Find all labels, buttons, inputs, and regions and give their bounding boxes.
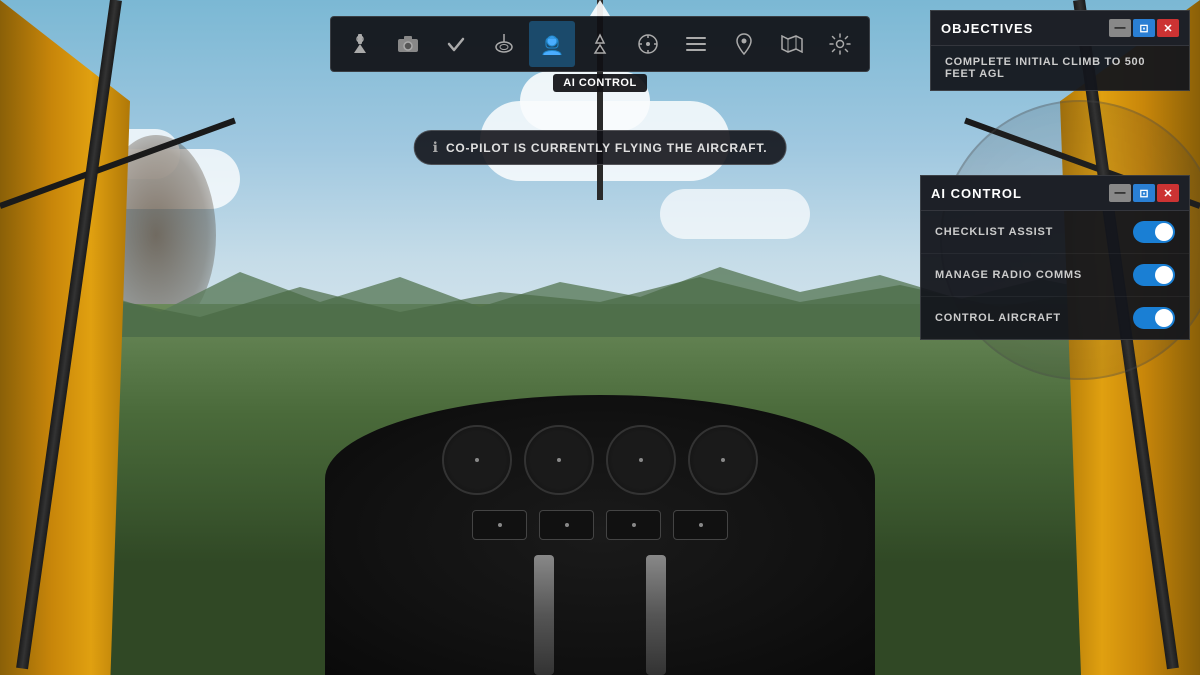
checklist-assist-label: CHECKLIST ASSIST [935, 226, 1053, 238]
manage-radio-toggle[interactable] [1133, 264, 1175, 286]
gauge-7 [606, 510, 661, 540]
objectives-panel: OBJECTIVES — ⊡ ✕ COMPLETE INITIAL CLIMB … [930, 10, 1190, 91]
ai-row-checklist-assist: CHECKLIST ASSIST [921, 211, 1189, 254]
ai-row-manage-radio: MANAGE RADIO COMMS [921, 254, 1189, 297]
control-aircraft-toggle[interactable] [1133, 307, 1175, 329]
objectives-close-btn[interactable]: ✕ [1157, 19, 1179, 37]
gauge-8 [673, 510, 728, 540]
toolbar-btn-compass[interactable] [625, 21, 671, 67]
objectives-title: OBJECTIVES [941, 21, 1033, 36]
gauge-5 [472, 510, 527, 540]
gauge-3 [606, 425, 676, 495]
control-col-right [646, 555, 666, 675]
ai-row-control-aircraft: CONTROL AIRCRAFT [921, 297, 1189, 339]
objectives-text: COMPLETE INITIAL CLIMB TO 500 FEET AGL [931, 46, 1189, 90]
ai-control-minimize-btn[interactable]: — [1109, 184, 1131, 202]
toolbar-btn-map[interactable] [769, 21, 815, 67]
ai-control-panel: AI CONTROL — ⊡ ✕ CHECKLIST ASSIST MANAGE… [920, 175, 1190, 340]
ai-control-restore-btn[interactable]: ⊡ [1133, 184, 1155, 202]
gauge-1 [442, 425, 512, 495]
objectives-header: OBJECTIVES — ⊡ ✕ [931, 11, 1189, 46]
ai-control-title: AI CONTROL [931, 186, 1022, 201]
toolbar-btn-weather[interactable] [577, 21, 623, 67]
gauge-6 [539, 510, 594, 540]
toolbar-active-label: AI CONTROL [553, 74, 646, 92]
copilot-text: CO-PILOT IS CURRENTLY FLYING THE AIRCRAF… [446, 141, 767, 155]
copilot-notification: ℹ CO-PILOT IS CURRENTLY FLYING THE AIRCR… [414, 130, 787, 165]
instrument-panel [275, 355, 925, 675]
toolbar-btn-camera[interactable] [385, 21, 431, 67]
objectives-controls: — ⊡ ✕ [1109, 19, 1179, 37]
objectives-minimize-btn[interactable]: — [1109, 19, 1131, 37]
toolbar-btn-missions[interactable] [673, 21, 719, 67]
toolbar-btn-waypoints[interactable] [721, 21, 767, 67]
objectives-restore-btn[interactable]: ⊡ [1133, 19, 1155, 37]
toolbar-btn-navaids[interactable] [481, 21, 527, 67]
dash-panel [325, 395, 875, 675]
toolbar-btn-ai-control[interactable] [529, 21, 575, 67]
manage-radio-thumb [1155, 266, 1173, 284]
copilot-info-icon: ℹ [433, 139, 438, 156]
toolbar-btn-settings[interactable] [817, 21, 863, 67]
ai-control-header: AI CONTROL — ⊡ ✕ [921, 176, 1189, 211]
toolbar-btn-checklist[interactable] [433, 21, 479, 67]
gauge-2 [524, 425, 594, 495]
toolbar-bar [330, 16, 870, 72]
manage-radio-label: MANAGE RADIO COMMS [935, 269, 1082, 281]
toolbar-indicator [590, 0, 610, 16]
control-aircraft-label: CONTROL AIRCRAFT [935, 312, 1061, 324]
ai-control-controls: — ⊡ ✕ [1109, 184, 1179, 202]
control-col-left [534, 555, 554, 675]
control-aircraft-thumb [1155, 309, 1173, 327]
toolbar: AI CONTROL [330, 0, 870, 72]
gauge-4 [688, 425, 758, 495]
checklist-assist-toggle[interactable] [1133, 221, 1175, 243]
ai-control-close-btn[interactable]: ✕ [1157, 184, 1179, 202]
toolbar-btn-atc[interactable] [337, 21, 383, 67]
checklist-assist-thumb [1155, 223, 1173, 241]
